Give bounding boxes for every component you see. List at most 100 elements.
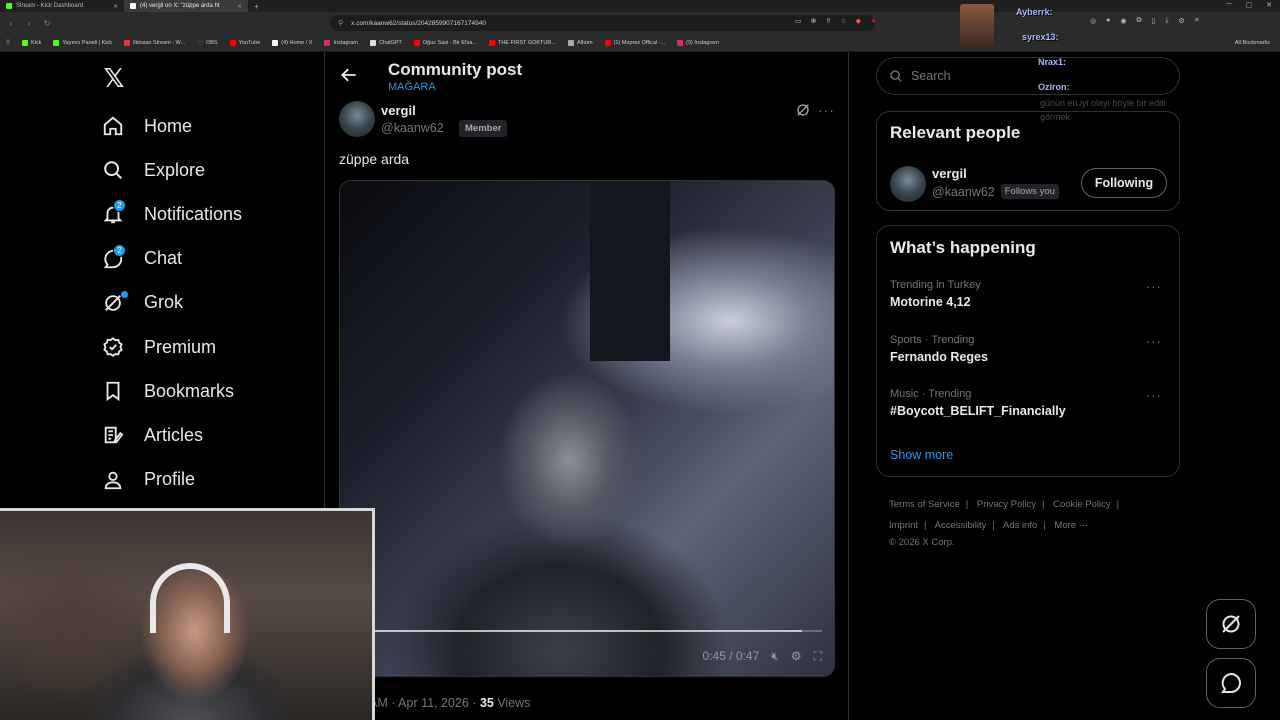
reload-icon[interactable]: ↻	[42, 19, 52, 28]
maximize-icon[interactable]: ▢	[1246, 1, 1253, 9]
nav-item-home[interactable]: Home	[100, 104, 320, 148]
extension-icon[interactable]: ●	[1106, 17, 1110, 25]
extension-icon[interactable]: ◎	[1090, 17, 1096, 25]
person-handle[interactable]: @kaanw62	[932, 185, 995, 199]
menu-icon[interactable]: ≡	[1195, 17, 1199, 25]
nav-item-grok[interactable]: Grok	[100, 281, 320, 325]
chat-username: syrex13:	[1022, 32, 1059, 42]
extensions-menu-icon[interactable]: ⧉	[1136, 17, 1141, 25]
star-icon[interactable]: ☆	[840, 17, 846, 25]
bookmark-item[interactable]: OBS	[197, 39, 218, 46]
bookmark-item[interactable]: Instagram	[324, 39, 358, 46]
more-options-icon[interactable]: ···	[1146, 388, 1162, 403]
bookmarks-bar: ⠿ Kick Yayıncı Paneli | Kick ilkinsan St…	[0, 34, 1280, 52]
site-info-icon[interactable]: ⚲	[338, 19, 343, 27]
bookmark-item[interactable]: Yayıncı Paneli | Kick	[53, 39, 112, 46]
nav-item-premium[interactable]: Premium	[100, 325, 320, 369]
browser-toolbar: ‹ › ↻ ⚲ x.com/kaanw62/status/20428599071…	[0, 12, 1280, 34]
extension-icons: ◎ ● ◉ ⧉ ▯ ⤓ ⚙ ≡	[1090, 17, 1199, 25]
nav-item-profile[interactable]: Profile	[100, 458, 320, 502]
bookmark-label: Albüm	[576, 39, 593, 46]
bookmark-item[interactable]: Oğuz Sasi - Bir Efsa...	[413, 39, 477, 46]
stream-chat-message: günün en iyi olayı böyle bir editi görme…	[1040, 96, 1166, 124]
nav-item-explore[interactable]: Explore	[100, 148, 320, 192]
address-bar[interactable]: ⚲ x.com/kaanw62/status/20428599071671749…	[330, 15, 875, 31]
browser-tab[interactable]: Stream - Kick Dashboard ✕	[0, 0, 124, 12]
bookmark-item[interactable]: Albüm	[567, 39, 593, 46]
avatar[interactable]	[890, 166, 926, 202]
grok-dot	[121, 290, 128, 298]
footer-separator: |	[965, 499, 969, 510]
bookmark-item[interactable]: Kick	[22, 39, 41, 46]
nav-item-chat[interactable]: 2 Chat	[100, 237, 320, 281]
footer-separator: |	[924, 520, 927, 531]
messages-fab-button[interactable]	[1206, 658, 1256, 708]
bookmark-item[interactable]: (4) Home / X	[272, 39, 312, 46]
rewards-icon[interactable]: ▲	[870, 17, 877, 25]
footer-link[interactable]: More ···	[1054, 520, 1088, 531]
more-options-icon[interactable]: ···	[1146, 334, 1162, 349]
person-name[interactable]: vergil	[932, 166, 967, 181]
footer-link[interactable]: Accessibility	[935, 520, 987, 531]
trend-item[interactable]: Music · Trending #Boycott_BELIFT_Financi…	[890, 388, 1170, 418]
cast-icon[interactable]: ▭	[795, 17, 802, 25]
bookmark-item[interactable]: YouTube	[229, 39, 260, 46]
bookmark-item[interactable]: (9) Instagram	[677, 39, 719, 46]
footer-link[interactable]: Terms of Service	[889, 499, 960, 510]
extension-icon[interactable]: ◉	[1120, 17, 1126, 25]
footer-link[interactable]: Imprint	[889, 520, 918, 531]
chat-username: Ayberrk:	[1016, 7, 1053, 17]
settings-icon[interactable]: ⚙	[791, 649, 802, 663]
bookmark-item[interactable]: THE FIRST GOKTUR...	[488, 39, 556, 46]
trend-name: #Boycott_BELIFT_Financially	[890, 404, 1066, 418]
fullscreen-icon[interactable]: ⛶	[814, 649, 822, 664]
close-tab-icon[interactable]: ✕	[113, 3, 118, 10]
share-icon[interactable]: ⇪	[826, 17, 832, 25]
footer-link[interactable]: Privacy Policy	[977, 499, 1036, 510]
views-label: Views	[493, 696, 531, 710]
community-link[interactable]: MAĞARA	[388, 81, 436, 93]
new-tab-icon[interactable]: +	[248, 2, 265, 11]
more-options-icon[interactable]: ···	[818, 102, 835, 118]
more-options-icon[interactable]: ···	[1146, 279, 1162, 294]
settings-icon[interactable]: ⚙	[1178, 17, 1184, 25]
zoom-icon[interactable]: ⊕	[811, 17, 817, 25]
sidebar-icon[interactable]: ▯	[1151, 17, 1155, 25]
trend-item[interactable]: Sports · Trending Fernando Reges ···	[890, 334, 1170, 364]
back-arrow-icon[interactable]	[339, 65, 359, 85]
nav-item-notifications[interactable]: 2 Notifications	[100, 192, 320, 236]
mute-icon[interactable]: 🔇︎	[771, 649, 779, 664]
bookmark-item[interactable]: (1) Meprez Offical -...	[604, 39, 665, 46]
video-progress-fill	[352, 630, 802, 632]
author-handle[interactable]: @kaanw62	[381, 121, 444, 135]
grok-fab-button[interactable]	[1206, 599, 1256, 649]
nav-item-bookmarks[interactable]: Bookmarks	[100, 369, 320, 413]
avatar[interactable]	[339, 101, 375, 137]
all-bookmarks[interactable]: All Bookmarks	[1235, 40, 1270, 46]
author-name[interactable]: vergil	[381, 103, 416, 118]
show-more-link[interactable]: Show more	[890, 448, 953, 462]
footer-link[interactable]: Ads info	[1003, 520, 1037, 531]
brave-shield-icon[interactable]: ◆	[856, 17, 861, 25]
grok-icon[interactable]	[795, 102, 811, 118]
forward-nav-icon[interactable]: ›	[24, 19, 34, 28]
browser-tab-active[interactable]: (4) vergil on X: "züppe arda ht ✕	[124, 0, 248, 12]
following-button[interactable]: Following	[1081, 168, 1167, 198]
bookmark-item[interactable]: ChatGPT	[369, 39, 402, 46]
close-window-icon[interactable]: ✕	[1266, 1, 1272, 9]
nav-item-articles[interactable]: Articles	[100, 413, 320, 457]
video-player[interactable]: 0:45 / 0:47 🔇︎ ⚙ ⛶	[339, 180, 835, 677]
trend-item[interactable]: Trending in Turkey Motorine 4,12 ···	[890, 279, 1170, 309]
back-nav-icon[interactable]: ‹	[6, 19, 16, 28]
footer-link[interactable]: Cookie Policy	[1053, 499, 1111, 510]
x-logo-icon[interactable]: 𝕏	[100, 64, 128, 92]
download-icon[interactable]: ⤓	[1165, 17, 1168, 25]
bookmark-label: Instagram	[333, 39, 358, 46]
bookmark-item[interactable]: ilkinsan Stream - W...	[124, 39, 185, 46]
chat-message-text: günün en iyi olayı böyle bir editi	[1040, 98, 1166, 108]
sidebar-footer: Terms of Service | Privacy Policy | Cookie…	[889, 494, 1179, 550]
apps-icon[interactable]: ⠿	[6, 40, 10, 46]
video-progress-bar[interactable]	[352, 630, 822, 632]
minimize-icon[interactable]: ─	[1227, 1, 1232, 9]
close-tab-icon[interactable]: ✕	[237, 3, 242, 10]
